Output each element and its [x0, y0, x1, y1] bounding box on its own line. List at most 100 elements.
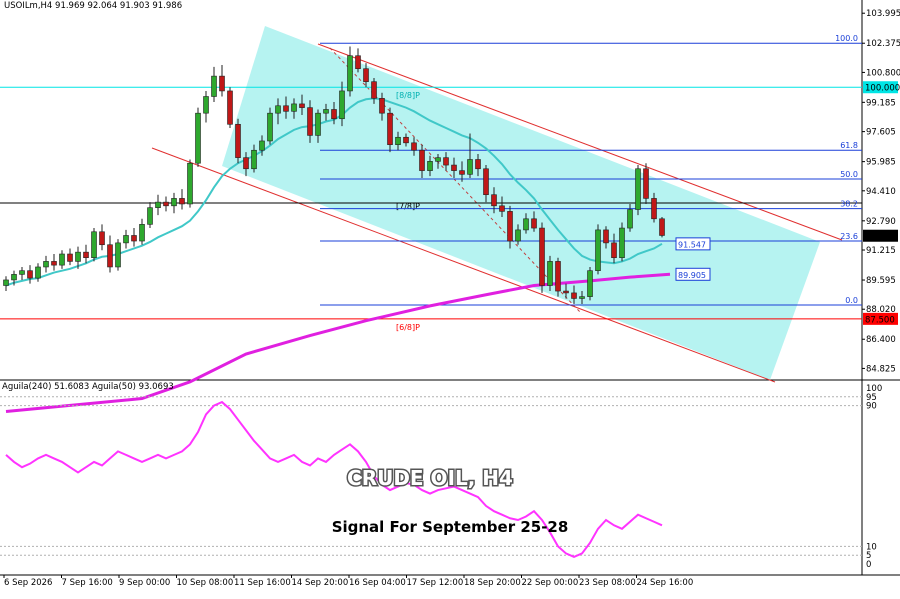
x-tick-label: 14 Sep 20:00 [292, 578, 349, 588]
candle-body [395, 136, 401, 145]
candle-body [323, 109, 329, 114]
candle-body [539, 227, 545, 286]
candle-body [99, 231, 105, 246]
candle-body [651, 198, 657, 220]
candle-body [603, 229, 609, 244]
candle-body [307, 107, 313, 136]
y-tick-label: 100.800 [866, 68, 900, 78]
murray-level-label: [8/8]P [396, 91, 420, 100]
candle-body [147, 207, 153, 225]
candle-body [163, 201, 169, 207]
y-tick-label: 102.375 [866, 39, 900, 49]
candle-body [563, 290, 569, 294]
x-tick-label: 24 Sep 16:00 [637, 578, 694, 588]
osc-tick-label: 0 [866, 560, 871, 570]
candle-body [379, 98, 385, 114]
candle-body [171, 198, 177, 207]
candle-body [467, 159, 473, 175]
candle-body [475, 159, 481, 170]
x-tick-label: 16 Sep 04:00 [349, 578, 406, 588]
x-tick-label: 23 Sep 08:00 [579, 578, 636, 588]
x-tick-label: 11 Sep 16:00 [234, 578, 291, 588]
y-tick-label: 103.995 [866, 9, 900, 19]
candle-body [123, 235, 129, 244]
candle-body [347, 55, 353, 92]
candle-body [195, 112, 201, 164]
candle-body [387, 112, 393, 145]
murray-level-label: [7/8]P [396, 202, 420, 211]
fib-level-label: 61.8 [840, 141, 858, 150]
candle-body [291, 103, 297, 112]
candle-body [355, 55, 361, 70]
candle-body [643, 168, 649, 199]
candle-body [635, 168, 641, 210]
candle-body [219, 75, 225, 92]
x-tick-label: 10 Sep 08:00 [177, 578, 234, 588]
candle-body [51, 261, 57, 266]
candle-body [499, 205, 505, 212]
candle-body [3, 279, 9, 286]
candle-body [43, 261, 49, 268]
candle-body [547, 261, 553, 286]
candle-body [523, 218, 529, 231]
candle-body [363, 68, 369, 82]
candle-body [531, 218, 537, 229]
y-tick-label: 97.605 [866, 128, 896, 138]
candle-body [59, 253, 65, 266]
candle-body [587, 270, 593, 297]
candle-body [595, 229, 601, 271]
candle-body [283, 105, 289, 112]
chart-svg: [8/8]P [7/8]P [6/8]P 100.0 61.8 50.0 38.2 23.6 0… [0, 0, 900, 599]
annotation-label: 89.905 [678, 271, 706, 280]
candle-body [659, 218, 665, 236]
candle-body [555, 261, 561, 292]
candle-body [203, 96, 209, 114]
candle-body [483, 168, 489, 196]
fib-level-label: 100.0 [835, 34, 858, 43]
candle-body [155, 201, 161, 208]
candle-body [507, 211, 513, 242]
candle-body [11, 274, 17, 281]
x-tick-label: 22 Sep 00:00 [522, 578, 579, 588]
candle-body [259, 140, 265, 151]
candle-body [19, 270, 25, 275]
fib-level-label: 0.0 [845, 296, 858, 305]
candle-body [299, 103, 305, 108]
fib-level-label: 23.6 [840, 232, 858, 241]
candle-body [179, 198, 185, 205]
chart-root: [8/8]P [7/8]P [6/8]P 100.0 61.8 50.0 38.2 23.6 0… [0, 0, 900, 599]
y-tick-label: 94.410 [866, 187, 896, 197]
candle-body [67, 253, 73, 262]
candle-body [515, 229, 521, 242]
candle-body [451, 164, 457, 171]
candle-body [35, 266, 41, 279]
candle-body [339, 90, 345, 120]
indicator-header: Aguila(240) 51.6083 Aguila(50) 93.0693 [2, 382, 174, 392]
y-tick-label: 84.825 [866, 364, 896, 374]
candle-body [83, 251, 89, 259]
candle-body [27, 270, 33, 279]
overlay-title: CRUDE OIL, H4 [347, 466, 513, 490]
fib-level-label: 50.0 [840, 170, 858, 179]
y-tick-label: 99.185 [866, 98, 896, 108]
y-tick-label: 86.400 [866, 335, 896, 345]
annotation-label: 91.547 [678, 240, 706, 249]
candle-body [139, 224, 145, 242]
candle-body [627, 209, 633, 229]
candle-body [275, 105, 281, 114]
chart-header: USOILm,H4 91.969 92.064 91.903 91.986 [4, 1, 182, 11]
candle-body [435, 157, 441, 162]
candle-body [619, 227, 625, 259]
price-tag-label: 100.000 [865, 84, 900, 94]
x-tick-label: 7 Sep 16:00 [62, 578, 113, 588]
y-tick-label: 95.985 [866, 158, 896, 168]
candle-body [227, 90, 233, 125]
candle-body [187, 162, 193, 205]
x-tick-label: 9 Sep 00:00 [119, 578, 170, 588]
y-tick-label: 91.215 [866, 246, 896, 256]
murray-level-label: [6/8]P [396, 323, 420, 332]
candle-body [371, 81, 377, 99]
y-tick-label: 89.595 [866, 276, 896, 286]
osc-tick-label: 90 [866, 402, 877, 412]
candle-body [131, 235, 137, 242]
